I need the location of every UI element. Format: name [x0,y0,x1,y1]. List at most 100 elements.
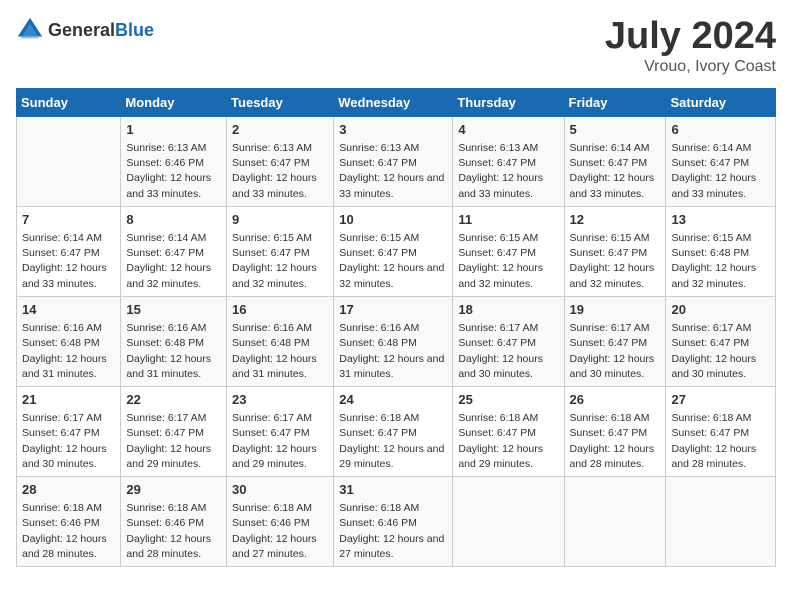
cell-w3-d0: 14 Sunrise: 6:16 AMSunset: 6:48 PMDayligh… [17,296,121,386]
cell-info: Sunrise: 6:18 AMSunset: 6:46 PMDaylight:… [232,501,328,562]
header-friday: Friday [564,88,666,116]
cell-info: Sunrise: 6:15 AMSunset: 6:47 PMDaylight:… [570,231,661,292]
day-number: 16 [232,301,328,319]
location-subtitle: Vrouo, Ivory Coast [605,58,776,76]
cell-w1-d2: 2Sunrise: 6:13 AMSunset: 6:47 PMDaylight… [227,116,334,206]
cell-info: Sunrise: 6:16 AMSunset: 6:48 PMDaylight:… [22,321,115,382]
cell-info: Sunrise: 6:18 AMSunset: 6:46 PMDaylight:… [22,501,115,562]
cell-w5-d3: 31 Sunrise: 6:18 AMSunset: 6:46 PMDayligh… [334,477,453,567]
header-wednesday: Wednesday [334,88,453,116]
cell-info: Sunrise: 6:13 AMSunset: 6:47 PMDaylight:… [339,141,447,202]
logo: GeneralBlue [16,16,154,44]
title-block: July 2024 Vrouo, Ivory Coast [605,16,776,76]
cell-info: Sunrise: 6:17 AMSunset: 6:47 PMDaylight:… [232,411,328,472]
cell-info: Sunrise: 6:17 AMSunset: 6:47 PMDaylight:… [126,411,221,472]
cell-info: Sunrise: 6:18 AMSunset: 6:47 PMDaylight:… [671,411,770,472]
day-number: 5 [570,121,661,139]
cell-info: Sunrise: 6:18 AMSunset: 6:46 PMDaylight:… [126,501,221,562]
day-number: 6 [671,121,770,139]
cell-info: Sunrise: 6:15 AMSunset: 6:47 PMDaylight:… [232,231,328,292]
cell-info: Sunrise: 6:13 AMSunset: 6:47 PMDaylight:… [232,141,328,202]
week-row-2: 7Sunrise: 6:14 AMSunset: 6:47 PMDaylight… [17,206,776,296]
cell-w4-d6: 27Sunrise: 6:18 AMSunset: 6:47 PMDayligh… [666,386,776,476]
cell-w5-d6 [666,477,776,567]
cell-w4-d0: 21Sunrise: 6:17 AMSunset: 6:47 PMDayligh… [17,386,121,476]
header-tuesday: Tuesday [227,88,334,116]
logo-general: General [48,20,115,40]
cell-info: Sunrise: 6:14 AMSunset: 6:47 PMDaylight:… [671,141,770,202]
cell-w1-d3: 3 Sunrise: 6:13 AMSunset: 6:47 PMDaylight… [334,116,453,206]
day-number: 10 [339,211,447,229]
cell-w1-d5: 5Sunrise: 6:14 AMSunset: 6:47 PMDaylight… [564,116,666,206]
calendar-table: Sunday Monday Tuesday Wednesday Thursday… [16,88,776,567]
day-number: 30 [232,481,328,499]
cell-info: Sunrise: 6:18 AMSunset: 6:46 PMDaylight:… [339,501,447,562]
logo-blue: Blue [115,20,154,40]
week-row-1: 1 Sunrise: 6:13 AMSunset: 6:46 PMDaylight… [17,116,776,206]
cell-info: Sunrise: 6:16 AMSunset: 6:48 PMDaylight:… [339,321,447,382]
cell-w5-d0: 28Sunrise: 6:18 AMSunset: 6:46 PMDayligh… [17,477,121,567]
cell-w2-d6: 13Sunrise: 6:15 AMSunset: 6:48 PMDayligh… [666,206,776,296]
day-number: 18 [458,301,558,319]
header-monday: Monday [121,88,227,116]
cell-w5-d1: 29 Sunrise: 6:18 AMSunset: 6:46 PMDayligh… [121,477,227,567]
day-number: 1 [126,121,221,139]
cell-info: Sunrise: 6:17 AMSunset: 6:47 PMDaylight:… [570,321,661,382]
day-number: 31 [339,481,447,499]
day-number: 4 [458,121,558,139]
day-number: 17 [339,301,447,319]
cell-info: Sunrise: 6:14 AMSunset: 6:47 PMDaylight:… [126,231,221,292]
cell-w3-d6: 20 Sunrise: 6:17 AMSunset: 6:47 PMDayligh… [666,296,776,386]
cell-w2-d2: 9 Sunrise: 6:15 AMSunset: 6:47 PMDaylight… [227,206,334,296]
cell-w2-d0: 7Sunrise: 6:14 AMSunset: 6:47 PMDaylight… [17,206,121,296]
cell-w4-d4: 25Sunrise: 6:18 AMSunset: 6:47 PMDayligh… [453,386,564,476]
day-number: 12 [570,211,661,229]
cell-info: Sunrise: 6:13 AMSunset: 6:46 PMDaylight:… [126,141,221,202]
cell-w1-d1: 1 Sunrise: 6:13 AMSunset: 6:46 PMDaylight… [121,116,227,206]
day-number: 24 [339,391,447,409]
day-number: 19 [570,301,661,319]
cell-info: Sunrise: 6:18 AMSunset: 6:47 PMDaylight:… [570,411,661,472]
day-number: 8 [126,211,221,229]
day-number: 15 [126,301,221,319]
cell-w4-d1: 22 Sunrise: 6:17 AMSunset: 6:47 PMDayligh… [121,386,227,476]
cell-w1-d6: 6 Sunrise: 6:14 AMSunset: 6:47 PMDaylight… [666,116,776,206]
day-number: 3 [339,121,447,139]
cell-w4-d5: 26Sunrise: 6:18 AMSunset: 6:47 PMDayligh… [564,386,666,476]
days-header-row: Sunday Monday Tuesday Wednesday Thursday… [17,88,776,116]
cell-w3-d3: 17 Sunrise: 6:16 AMSunset: 6:48 PMDayligh… [334,296,453,386]
cell-w1-d0 [17,116,121,206]
cell-info: Sunrise: 6:16 AMSunset: 6:48 PMDaylight:… [126,321,221,382]
day-number: 23 [232,391,328,409]
day-number: 14 [22,301,115,319]
cell-info: Sunrise: 6:16 AMSunset: 6:48 PMDaylight:… [232,321,328,382]
header-thursday: Thursday [453,88,564,116]
cell-info: Sunrise: 6:18 AMSunset: 6:47 PMDaylight:… [458,411,558,472]
cell-w4-d2: 23 Sunrise: 6:17 AMSunset: 6:47 PMDayligh… [227,386,334,476]
cell-w3-d4: 18 Sunrise: 6:17 AMSunset: 6:47 PMDayligh… [453,296,564,386]
day-number: 22 [126,391,221,409]
cell-info: Sunrise: 6:15 AMSunset: 6:48 PMDaylight:… [671,231,770,292]
cell-w2-d1: 8 Sunrise: 6:14 AMSunset: 6:47 PMDaylight… [121,206,227,296]
cell-info: Sunrise: 6:17 AMSunset: 6:47 PMDaylight:… [22,411,115,472]
header-sunday: Sunday [17,88,121,116]
day-number: 29 [126,481,221,499]
cell-w1-d4: 4 Sunrise: 6:13 AMSunset: 6:47 PMDaylight… [453,116,564,206]
cell-w2-d5: 12 Sunrise: 6:15 AMSunset: 6:47 PMDayligh… [564,206,666,296]
cell-info: Sunrise: 6:15 AMSunset: 6:47 PMDaylight:… [458,231,558,292]
logo-icon [16,16,44,44]
cell-info: Sunrise: 6:17 AMSunset: 6:47 PMDaylight:… [671,321,770,382]
cell-info: Sunrise: 6:15 AMSunset: 6:47 PMDaylight:… [339,231,447,292]
header-saturday: Saturday [666,88,776,116]
cell-w3-d2: 16 Sunrise: 6:16 AMSunset: 6:48 PMDayligh… [227,296,334,386]
week-row-4: 21Sunrise: 6:17 AMSunset: 6:47 PMDayligh… [17,386,776,476]
day-number: 9 [232,211,328,229]
month-year-title: July 2024 [605,16,776,58]
cell-info: Sunrise: 6:13 AMSunset: 6:47 PMDaylight:… [458,141,558,202]
page-header: GeneralBlue July 2024 Vrouo, Ivory Coast [16,16,776,76]
cell-info: Sunrise: 6:14 AMSunset: 6:47 PMDaylight:… [22,231,115,292]
cell-info: Sunrise: 6:17 AMSunset: 6:47 PMDaylight:… [458,321,558,382]
week-row-3: 14 Sunrise: 6:16 AMSunset: 6:48 PMDayligh… [17,296,776,386]
day-number: 20 [671,301,770,319]
cell-w5-d5 [564,477,666,567]
